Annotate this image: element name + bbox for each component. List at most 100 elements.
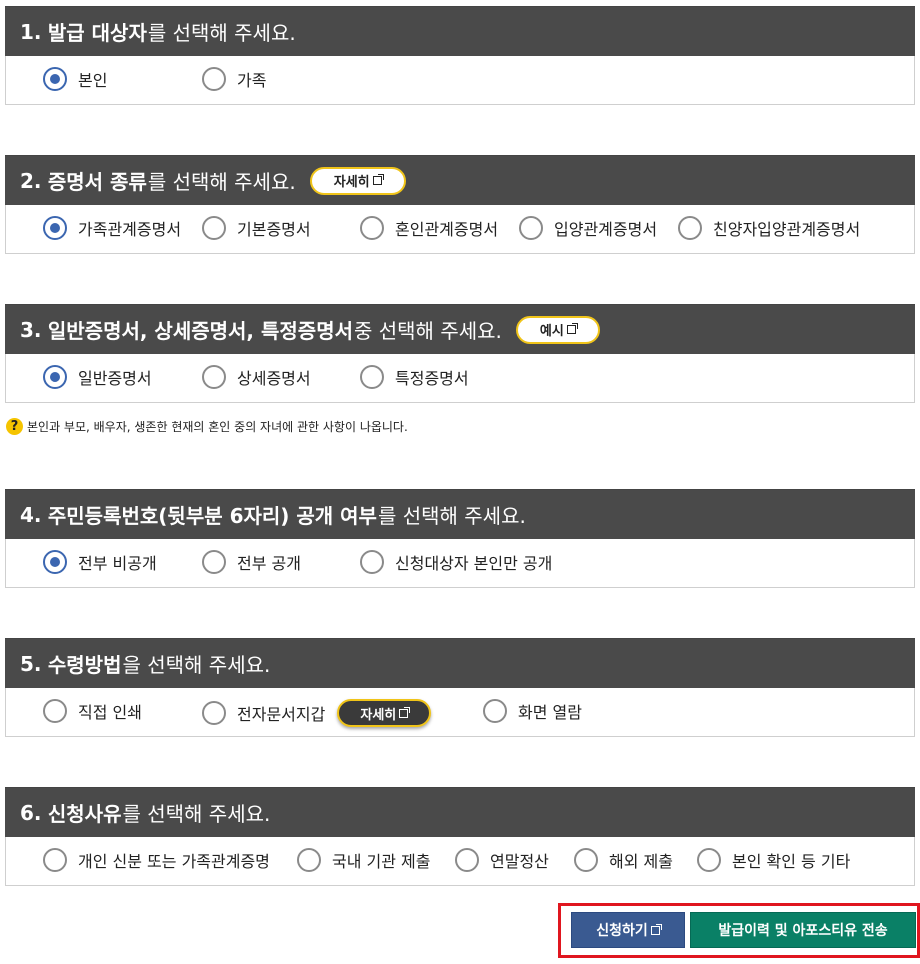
options-row: 가족관계증명서 기본증명서 혼인관계증명서 입양관계증명서 친양자입양관계증명서 (5, 205, 915, 254)
radio-icon (360, 216, 384, 240)
radio-label: 직접 인쇄 (78, 703, 142, 722)
radio-label: 해외 제출 (609, 852, 673, 871)
radio-label: 전부 공개 (237, 554, 301, 573)
radio-self[interactable]: 본인 (43, 67, 107, 91)
radio-label: 가족관계증명서 (78, 220, 182, 239)
details-label: 자세히 (360, 707, 397, 723)
radio-icon (202, 701, 226, 725)
section-header: 5. 수령방법 을 선택해 주세요. (5, 638, 915, 688)
radio-all-public[interactable]: 전부 공개 (202, 550, 301, 574)
radio-label: 특정증명서 (395, 369, 469, 388)
section-header: 4. 주민등록번호(뒷부분 6자리) 공개 여부 를 선택해 주세요. (5, 489, 915, 539)
radio-identity-family[interactable]: 개인 신분 또는 가족관계증명 (43, 848, 270, 872)
section-apply-reason: 6. 신청사유 를 선택해 주세요. 개인 신분 또는 가족관계증명 국내 기관 … (5, 787, 915, 886)
radio-label: 친양자입양관계증명서 (713, 220, 861, 239)
radio-label: 일반증명서 (78, 369, 152, 388)
radio-label: 가족 (237, 71, 267, 90)
section-certificate-detail: 3. 일반증명서, 상세증명서, 특정증명서 중 선택해 주세요. 예시 일반증… (5, 304, 915, 403)
radio-label: 혼인관계증명서 (395, 220, 499, 239)
radio-specific-cert[interactable]: 특정증명서 (360, 365, 469, 389)
external-link-icon (372, 174, 384, 185)
radio-full-adoption-cert[interactable]: 친양자입양관계증명서 (678, 216, 860, 240)
radio-label: 기본증명서 (237, 220, 311, 239)
options-row: 직접 인쇄 전자문서지갑 자세히 화면 열람 (5, 688, 915, 737)
radio-selected-icon (43, 216, 67, 240)
radio-label: 본인 (78, 71, 108, 90)
section-title-rest: 을 선택해 주세요. (122, 653, 271, 677)
section-title-bold: 일반증명서, 상세증명서, 특정증명서 (47, 319, 353, 343)
apply-label: 신청하기 (596, 923, 648, 939)
radio-icon (43, 848, 67, 872)
radio-domestic-submit[interactable]: 국내 기관 제출 (297, 848, 431, 872)
radio-basic-cert[interactable]: 기본증명서 (202, 216, 311, 240)
radio-other[interactable]: 본인 확인 등 기타 (697, 848, 850, 872)
example-button[interactable]: 예시 (515, 315, 600, 344)
external-link-icon (399, 706, 411, 718)
section-title-bold: 증명서 종류 (47, 170, 147, 194)
radio-icon (483, 699, 507, 723)
section-issue-target: 1. 발급 대상자 를 선택해 주세요. 본인 가족 (5, 6, 915, 105)
radio-label: 국내 기관 제출 (332, 852, 431, 871)
section-number: 4. (20, 502, 42, 527)
external-link-icon (650, 923, 662, 935)
radio-icon (678, 216, 702, 240)
radio-year-end-tax[interactable]: 연말정산 (455, 848, 549, 872)
radio-screen-view[interactable]: 화면 열람 (483, 699, 582, 723)
example-label: 예시 (539, 324, 564, 339)
radio-direct-print[interactable]: 직접 인쇄 (43, 699, 142, 723)
radio-e-wallet[interactable]: 전자문서지갑 자세히 (202, 699, 432, 727)
radio-family-relation-cert[interactable]: 가족관계증명서 (43, 216, 181, 240)
section-title-rest: 를 선택해 주세요. (147, 21, 296, 45)
options-row: 전부 비공개 전부 공개 신청대상자 본인만 공개 (5, 539, 915, 588)
section-title-bold: 신청사유 (47, 802, 122, 826)
info-note: ? 본인과 부모, 배우자, 생존한 현재의 혼인 중의 자녀에 관한 사항이 … (6, 418, 408, 435)
radio-marriage-cert[interactable]: 혼인관계증명서 (360, 216, 498, 240)
radio-label: 신청대상자 본인만 공개 (395, 554, 553, 573)
radio-icon (297, 848, 321, 872)
section-rrn-disclosure: 4. 주민등록번호(뒷부분 6자리) 공개 여부 를 선택해 주세요. 전부 비공… (5, 489, 915, 588)
section-title-rest: 를 선택해 주세요. (377, 504, 526, 528)
note-text: 본인과 부모, 배우자, 생존한 현재의 혼인 중의 자녀에 관한 사항이 나옵… (27, 420, 408, 434)
history-label: 발급이력 및 아포스티유 전송 (718, 923, 888, 939)
options-row: 일반증명서 상세증명서 특정증명서 (5, 354, 915, 403)
radio-selected-icon (43, 67, 67, 91)
radio-label: 화면 열람 (518, 703, 582, 722)
section-receive-method: 5. 수령방법 을 선택해 주세요. 직접 인쇄 전자문서지갑 자세히 화면 열람 (5, 638, 915, 737)
radio-family[interactable]: 가족 (202, 67, 266, 91)
radio-selected-icon (43, 365, 67, 389)
radio-label: 입양관계증명서 (554, 220, 658, 239)
section-certificate-type: 2. 증명서 종류 를 선택해 주세요. 자세히 가족관계증명서 기본증명서 혼인… (5, 155, 915, 254)
radio-icon (455, 848, 479, 872)
external-link-icon (566, 323, 578, 334)
radio-overseas-submit[interactable]: 해외 제출 (574, 848, 673, 872)
radio-icon (202, 216, 226, 240)
radio-icon (697, 848, 721, 872)
radio-icon (202, 365, 226, 389)
radio-label: 개인 신분 또는 가족관계증명 (78, 852, 270, 871)
details-button[interactable]: 자세히 (309, 166, 406, 195)
section-number: 2. (20, 168, 42, 193)
section-header: 2. 증명서 종류 를 선택해 주세요. 자세히 (5, 155, 915, 205)
wallet-details-button[interactable]: 자세히 (337, 699, 432, 727)
section-title-rest: 를 선택해 주세요. (147, 170, 296, 194)
section-header: 1. 발급 대상자 를 선택해 주세요. (5, 6, 915, 56)
details-label: 자세히 (333, 175, 370, 190)
section-title-bold: 수령방법 (47, 653, 122, 677)
radio-self-only-public[interactable]: 신청대상자 본인만 공개 (360, 550, 552, 574)
radio-general-cert[interactable]: 일반증명서 (43, 365, 152, 389)
radio-adoption-cert[interactable]: 입양관계증명서 (519, 216, 657, 240)
section-number: 3. (20, 317, 42, 342)
radio-all-private[interactable]: 전부 비공개 (43, 550, 157, 574)
section-title-bold: 발급 대상자 (47, 21, 147, 45)
apply-button[interactable]: 신청하기 (571, 912, 685, 948)
radio-icon (202, 67, 226, 91)
section-header: 6. 신청사유 를 선택해 주세요. (5, 787, 915, 837)
options-row: 본인 가족 (5, 56, 915, 105)
radio-label: 연말정산 (490, 852, 549, 871)
section-number: 5. (20, 651, 42, 676)
issue-history-apostille-button[interactable]: 발급이력 및 아포스티유 전송 (690, 912, 916, 948)
radio-detailed-cert[interactable]: 상세증명서 (202, 365, 311, 389)
radio-icon (43, 699, 67, 723)
section-number: 6. (20, 800, 42, 825)
radio-label: 본인 확인 등 기타 (732, 852, 851, 871)
